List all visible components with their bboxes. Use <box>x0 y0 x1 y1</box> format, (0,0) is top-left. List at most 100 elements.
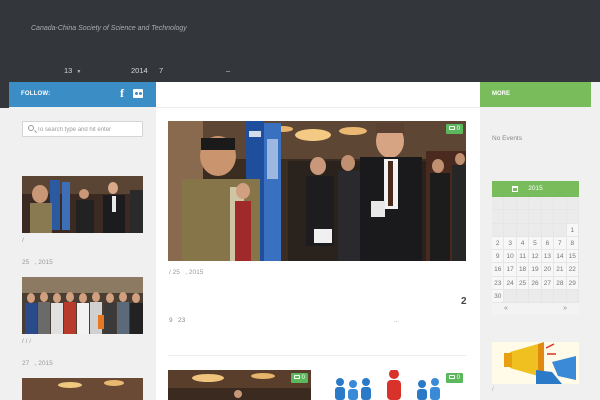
calendar-empty-cell <box>492 197 505 211</box>
calendar-day[interactable]: 20 <box>541 263 555 277</box>
calendar-day[interactable]: 25 <box>516 276 530 291</box>
comment-count-badge[interactable]: 0 <box>445 124 463 134</box>
post-excerpt: 9 23 <box>169 317 186 324</box>
calendar-widget: 2015 1 2 3 4 5 6 7 8 9 10 11 12 13 14 15 16 17 18 19 20 21 22… <box>492 181 579 316</box>
follow-bar: FOLLOW: f <box>9 82 156 107</box>
post-meta: / 25 , 2015 <box>169 269 204 276</box>
calendar-day[interactable]: 9 <box>492 250 505 264</box>
comment-icon <box>448 126 455 131</box>
calendar-day[interactable]: 7 <box>554 236 567 251</box>
nav-item-1[interactable]: 13 ▼ <box>64 66 81 75</box>
calendar-day[interactable]: 27 <box>541 276 555 291</box>
facebook-icon[interactable]: f <box>120 87 128 100</box>
comment-icon <box>448 375 455 380</box>
calendar-empty-cell <box>492 210 505 224</box>
featured-post-image[interactable]: 0 <box>168 121 466 261</box>
nav-item-2[interactable]: 2014 <box>131 66 148 75</box>
calendar-day[interactable]: 2 <box>492 236 505 251</box>
comment-count-badge[interactable]: 0 <box>445 373 463 383</box>
calendar-day[interactable]: 16 <box>492 263 505 277</box>
calendar-day[interactable]: 29 <box>566 276 579 291</box>
calendar-day[interactable]: 22 <box>566 263 579 277</box>
post-date: 25 , 2015 <box>22 259 53 266</box>
post-date: 27 , 2015 <box>22 360 53 367</box>
promo-banner[interactable] <box>492 342 579 384</box>
site-tagline: Canada-China Society of Science and Tech… <box>31 25 187 32</box>
calendar-day[interactable]: 30 <box>492 290 505 304</box>
calendar-day[interactable]: 23 <box>492 276 505 291</box>
calendar-empty-cell <box>529 290 542 304</box>
search-input[interactable] <box>37 124 141 135</box>
calendar-empty-cell <box>516 223 530 237</box>
follow-label: FOLLOW: <box>21 91 51 97</box>
calendar-empty-cell <box>529 223 542 237</box>
post-thumbnail[interactable]: 0 <box>318 370 466 400</box>
calendar-day[interactable]: 24 <box>504 276 517 291</box>
calendar-empty-cell <box>504 223 517 237</box>
right-sidebar: MORE No Events 2015 1 2 3 4 5 6 7 8 9 10 11 12 13 14 1… <box>480 82 600 400</box>
post-category[interactable]: / <box>22 237 24 244</box>
calendar-empty-cell <box>504 210 517 224</box>
calendar-nav: « » <box>492 303 579 316</box>
divider <box>168 355 466 356</box>
calendar-day[interactable]: 17 <box>504 263 517 277</box>
calendar-day[interactable]: 14 <box>554 250 567 264</box>
comment-icon <box>293 375 300 380</box>
calendar-day[interactable]: 12 <box>529 250 542 264</box>
more-bar: MORE <box>480 82 591 107</box>
calendar-day[interactable]: 11 <box>516 250 530 264</box>
calendar-header: 2015 <box>492 181 579 197</box>
calendar-empty-cell <box>504 197 517 211</box>
calendar-day[interactable]: 4 <box>516 236 530 251</box>
flickr-icon[interactable] <box>133 89 143 98</box>
post-thumbnail[interactable] <box>22 277 143 334</box>
calendar-day[interactable]: 21 <box>554 263 567 277</box>
nav-item-3[interactable]: 7 <box>159 66 163 75</box>
calendar-empty-cell <box>566 210 579 224</box>
comment-count-badge[interactable]: 0 <box>290 373 308 383</box>
calendar-empty-cell <box>516 290 530 304</box>
search-icon <box>28 125 34 131</box>
calendar-next-button[interactable]: » <box>563 303 567 315</box>
post-thumbnail[interactable]: 0 <box>168 370 311 400</box>
left-sidebar: FOLLOW: f / 25 , 2015 <box>9 82 156 400</box>
calendar-day[interactable]: 8 <box>566 236 579 251</box>
post-category[interactable]: / / / <box>22 338 31 345</box>
calendar-empty-cell <box>516 210 530 224</box>
search-box <box>22 121 143 137</box>
calendar-empty-cell <box>492 223 505 237</box>
calendar-empty-cell <box>554 290 567 304</box>
calendar-empty-cell <box>554 197 567 211</box>
calendar-empty-cell <box>541 223 555 237</box>
calendar-day[interactable]: 6 <box>541 236 555 251</box>
calendar-grid: 1 2 3 4 5 6 7 8 9 10 11 12 13 14 15 16 17 18 19 20 21 22 23 24 2… <box>492 197 579 304</box>
divider <box>156 107 480 108</box>
post-format-icon: 2 <box>461 296 467 307</box>
calendar-empty-cell <box>566 290 579 304</box>
calendar-empty-cell <box>554 223 567 237</box>
calendar-empty-cell <box>566 197 579 211</box>
calendar-day[interactable]: 5 <box>529 236 542 251</box>
calendar-day[interactable]: 3 <box>504 236 517 251</box>
calendar-day[interactable]: 15 <box>566 250 579 264</box>
calendar-day[interactable]: 13 <box>541 250 555 264</box>
calendar-empty-cell <box>541 210 555 224</box>
calendar-empty-cell <box>554 210 567 224</box>
calendar-day[interactable]: 18 <box>516 263 530 277</box>
calendar-empty-cell <box>541 290 555 304</box>
calendar-day[interactable]: 19 <box>529 263 542 277</box>
post-thumbnail[interactable] <box>22 176 143 233</box>
main-content: 0 / 25 , 2015 2 9 23 ... 0 0 <box>156 82 480 400</box>
calendar-day[interactable]: 10 <box>504 250 517 264</box>
calendar-empty-cell <box>541 197 555 211</box>
post-thumbnail[interactable] <box>22 378 143 400</box>
calendar-empty-cell <box>529 210 542 224</box>
calendar-day[interactable]: 1 <box>566 223 579 237</box>
calendar-day[interactable]: 28 <box>554 276 567 291</box>
more-label: MORE <box>492 91 510 97</box>
calendar-empty-cell <box>516 197 530 211</box>
no-events-text: No Events <box>492 135 522 142</box>
calendar-prev-button[interactable]: « <box>504 303 508 315</box>
calendar-day[interactable]: 26 <box>529 276 542 291</box>
nav-item-4[interactable]: – <box>226 66 230 75</box>
